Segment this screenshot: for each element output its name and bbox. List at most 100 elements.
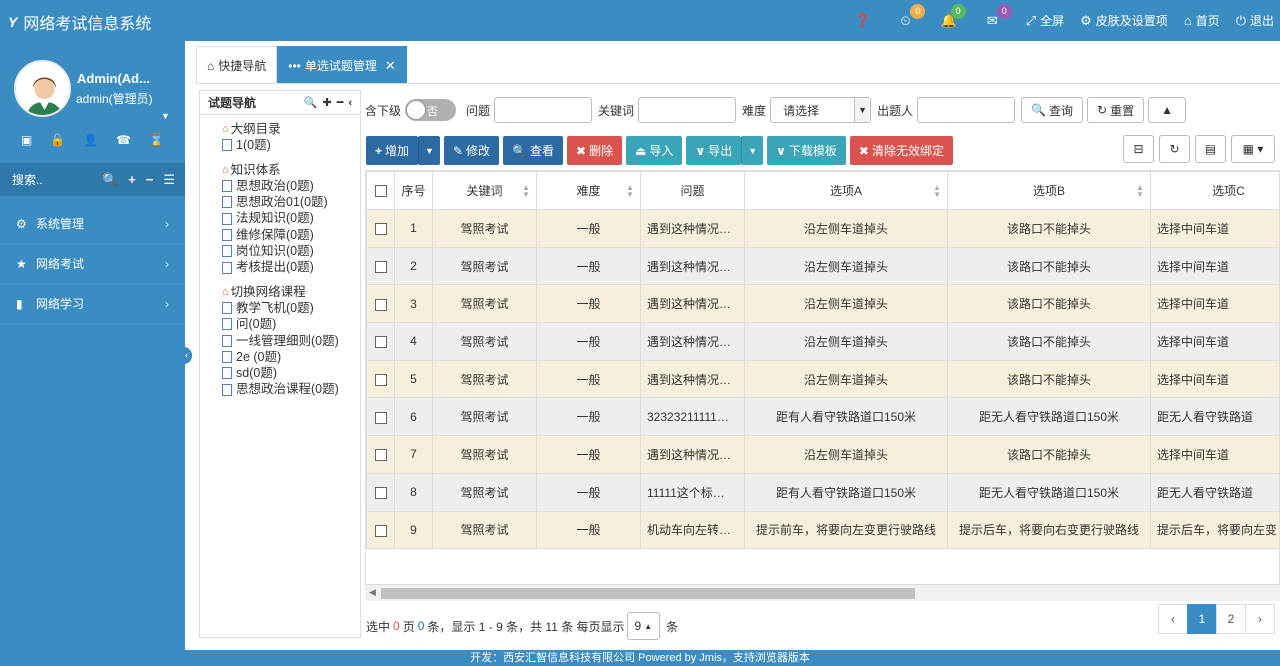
sidebar-search-input[interactable]: 搜索..	[12, 171, 92, 188]
row-select-cell[interactable]	[366, 435, 395, 474]
scrollbar-thumb[interactable]	[381, 588, 915, 599]
phone-icon[interactable]: ☎	[116, 133, 131, 147]
clock-button[interactable]: ⏲ 0	[900, 3, 926, 29]
tree-node[interactable]: 法规知识(0题)	[222, 210, 360, 226]
tree-node[interactable]: 考核提出(0题)	[222, 259, 360, 275]
download-template-button[interactable]: ∨ 下载模板	[767, 136, 846, 165]
add-dropdown-button[interactable]: ▼	[418, 136, 440, 165]
table-row[interactable]: 9 驾照考试 一般 机动车向左转… 提示前车，将要向左变更行驶路线 提示后车，将要向右变更…	[366, 510, 1279, 550]
row-select-cell[interactable]	[366, 209, 395, 248]
edit-button[interactable]: ✎ 修改	[443, 136, 500, 165]
row-select-cell[interactable]	[366, 510, 395, 550]
tree-node[interactable]: sd(0题)	[222, 365, 360, 381]
export-button[interactable]: ∨ 导出	[686, 136, 742, 165]
tree-node[interactable]: 维修保障(0题)	[222, 227, 360, 243]
import-button[interactable]: ⏏ 导入	[626, 136, 683, 165]
export-dropdown-button[interactable]: ▼	[741, 136, 764, 165]
menu-icon[interactable]: ☰	[163, 172, 175, 188]
mail-button[interactable]: ✉ 0	[987, 3, 1012, 29]
sidebar-collapse-button[interactable]: ‹	[181, 347, 192, 364]
column-header[interactable]: 难度 ▲ ▼	[536, 171, 641, 210]
include-sub-toggle[interactable]: 否	[405, 99, 457, 121]
page-button[interactable]: 1	[1187, 604, 1217, 634]
row-checkbox[interactable]	[374, 336, 387, 349]
delete-button[interactable]: ✖ 删除	[567, 136, 623, 165]
view-button[interactable]: 🔍 查看	[503, 136, 563, 165]
tree-node[interactable]: 1(0题)	[222, 137, 360, 153]
tab-single-choice[interactable]: ••• 单选试题管理 ✕	[277, 46, 407, 84]
table-row[interactable]: 3 驾照考试 一般 遇到这种情况… 沿左侧车道掉头 该路口不能掉头 选择中间车道	[366, 284, 1279, 324]
columns-button[interactable]: ▦ ▾	[1231, 135, 1275, 163]
close-icon[interactable]: ✕	[385, 58, 396, 74]
prev-page-button[interactable]: ‹	[1158, 604, 1188, 634]
row-select-cell[interactable]	[366, 246, 395, 286]
column-header[interactable]: 关键词 ▲ ▼	[432, 171, 537, 210]
keyword-input[interactable]	[638, 97, 737, 123]
scroll-left-icon[interactable]: ◀	[369, 587, 376, 598]
toggle-search-button[interactable]: ⊟	[1123, 135, 1154, 163]
question-input[interactable]	[494, 97, 593, 123]
chevron-left-icon[interactable]: ‹	[348, 97, 352, 109]
avatar[interactable]	[14, 60, 71, 117]
row-checkbox[interactable]	[374, 298, 387, 311]
tree-node[interactable]: 岗位知识(0题)	[222, 243, 360, 259]
row-select-cell[interactable]	[366, 359, 395, 399]
row-select-cell[interactable]	[366, 472, 395, 512]
minus-icon[interactable]: ━	[337, 96, 344, 109]
logout-button[interactable]: ⏻ 退出	[1236, 12, 1274, 29]
tree-node-root[interactable]: ⌂ 大纲目录	[222, 121, 360, 137]
column-header[interactable]: 序号	[394, 171, 433, 210]
row-checkbox[interactable]	[374, 260, 387, 273]
table-row[interactable]: 6 驾照考试 一般 32323211111… 距有人看守铁路道口150米 距无人看守铁路道…	[366, 397, 1279, 437]
user-name[interactable]: Admin(Ad...	[77, 71, 150, 86]
tree-node[interactable]: 思想政治(0题)	[222, 178, 360, 194]
row-checkbox[interactable]	[374, 486, 387, 499]
tree-node[interactable]: 2e (0题)	[222, 349, 360, 365]
row-checkbox[interactable]	[374, 449, 387, 462]
column-header[interactable]: 选项A ▲ ▼	[744, 171, 948, 210]
row-checkbox[interactable]	[374, 524, 387, 537]
table-row[interactable]: 4 驾照考试 一般 遇到这种情况… 沿左侧车道掉头 该路口不能掉头 选择中间车道	[366, 322, 1279, 361]
search-icon[interactable]: 🔍	[304, 96, 318, 109]
sidebar-item-learning[interactable]: ▮ 网络学习 ›	[0, 284, 185, 324]
minus-icon[interactable]: −	[146, 172, 154, 187]
tree-node-root[interactable]: ⌂ 知识体系	[222, 162, 360, 178]
tree-node[interactable]: 教学飞机(0题)	[222, 300, 360, 316]
toggle-view-button[interactable]: ▤	[1195, 135, 1226, 163]
reset-button[interactable]: ↻ 重置	[1087, 97, 1145, 123]
tree-node[interactable]: 一线管理细则(0题)	[222, 333, 360, 349]
tree-node[interactable]: 思想政治课程(0题)	[222, 381, 360, 397]
home-button[interactable]: ⌂ 首页	[1184, 12, 1220, 29]
select-all-header[interactable]	[366, 171, 395, 210]
plus-icon[interactable]: +	[128, 172, 136, 187]
row-checkbox[interactable]	[374, 411, 387, 424]
refresh-button[interactable]: ↻	[1159, 135, 1190, 163]
tab-quick-nav[interactable]: ⌂ 快捷导航	[196, 46, 278, 84]
row-select-cell[interactable]	[366, 397, 395, 437]
column-header[interactable]: 问题	[640, 171, 745, 210]
select-all-checkbox[interactable]	[374, 185, 387, 198]
search-button[interactable]: 🔍 查询	[1021, 97, 1084, 123]
table-row[interactable]: 1 驾照考试 一般 遇到这种情况… 沿左侧车道掉头 该路口不能掉头 选择中间车道	[366, 209, 1279, 248]
notification-button[interactable]: 🔔 0	[941, 3, 966, 29]
column-header[interactable]: 选项B ▲ ▼	[947, 171, 1151, 210]
collapse-query-button[interactable]: ▲	[1148, 97, 1187, 123]
add-button[interactable]: + 增加	[366, 136, 419, 165]
page-button[interactable]: 2	[1216, 604, 1246, 634]
row-checkbox[interactable]	[374, 373, 387, 386]
page-size-select[interactable]: 9 ▲	[626, 612, 661, 640]
search-icon[interactable]: 🔍	[102, 172, 118, 188]
row-select-cell[interactable]	[366, 284, 395, 324]
next-page-button[interactable]: ›	[1245, 604, 1275, 634]
table-row[interactable]: 5 驾照考试 一般 遇到这种情况… 沿左侧车道掉头 该路口不能掉头 选择中间车道	[366, 359, 1279, 399]
tree-node[interactable]: 问(0题)	[222, 316, 360, 332]
plus-icon[interactable]: ✚	[322, 96, 331, 109]
sidebar-item-exam[interactable]: ★ 网络考试 ›	[0, 244, 185, 284]
author-input[interactable]	[917, 97, 1016, 123]
difficulty-select[interactable]: 请选择 ▼	[770, 97, 872, 123]
help-button[interactable]: ❓	[854, 13, 874, 29]
tree-node[interactable]: 思想政治01(0题)	[222, 194, 360, 210]
row-checkbox[interactable]	[374, 223, 387, 236]
column-header[interactable]: 选项C	[1150, 171, 1279, 210]
fullscreen-button[interactable]: ⤢ 全屏	[1026, 12, 1064, 29]
